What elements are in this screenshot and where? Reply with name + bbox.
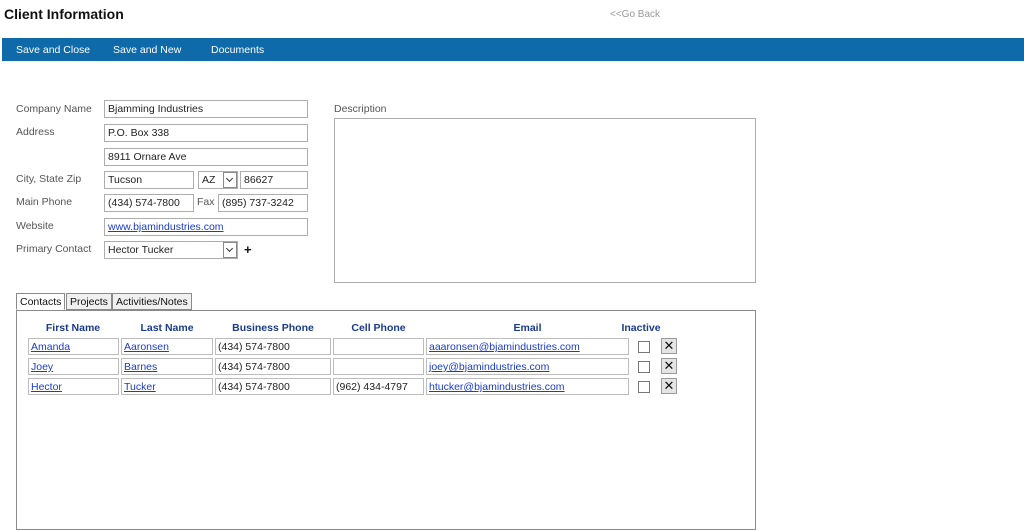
save-and-close-button[interactable]: Save and Close [16, 44, 90, 56]
documents-button[interactable]: Documents [211, 44, 264, 56]
cell-phone-cell[interactable] [333, 358, 424, 375]
first-name-cell[interactable]: Hector [28, 378, 119, 395]
column-header-cell-phone: Cell Phone [351, 322, 406, 334]
email-cell[interactable]: joey@bjamindustries.com [426, 358, 629, 375]
column-header-email: Email [513, 322, 542, 334]
chevron-down-icon[interactable] [223, 172, 237, 188]
email-cell[interactable]: htucker@bjamindustries.com [426, 378, 629, 395]
plus-icon[interactable]: + [244, 243, 252, 256]
address-label: Address [16, 126, 55, 138]
save-and-new-button[interactable]: Save and New [113, 44, 181, 56]
column-header-first-name: First Name [45, 322, 101, 334]
tab-contacts[interactable]: Contacts [16, 293, 66, 310]
chevron-down-icon[interactable] [223, 242, 237, 258]
description-textarea[interactable] [334, 118, 756, 283]
city-state-zip-label: City, State Zip [16, 173, 82, 185]
fax-label: Fax [197, 196, 215, 208]
tab-projects[interactable]: Projects [66, 293, 112, 310]
tab-activities-notes[interactable]: Activities/Notes [112, 293, 192, 310]
primary-contact-label: Primary Contact [16, 243, 92, 255]
cell-phone-cell[interactable] [333, 338, 424, 355]
website-field[interactable]: www.bjamindustries.com [104, 218, 308, 236]
last-name-cell[interactable]: Tucker [121, 378, 213, 395]
state-value: AZ [202, 174, 216, 186]
first-name-cell[interactable]: Amanda [28, 338, 119, 355]
last-name-cell[interactable]: Barnes [121, 358, 213, 375]
toolbar: Save and Close Save and New Documents [2, 38, 1024, 61]
primary-contact-select[interactable]: Hector Tucker [104, 241, 238, 259]
business-phone-cell[interactable]: (434) 574-7800 [215, 358, 331, 375]
email-cell[interactable]: aaaronsen@bjamindustries.com [426, 338, 629, 355]
address-line2-field[interactable]: 8911 Ornare Ave [104, 148, 308, 166]
page-title: Client Information [4, 6, 124, 22]
column-header-inactive: Inactive [621, 322, 661, 334]
inactive-checkbox[interactable] [638, 341, 650, 353]
last-name-cell[interactable]: Aaronsen [121, 338, 213, 355]
company-name-field[interactable]: Bjamming Industries [104, 100, 308, 118]
main-phone-label: Main Phone [16, 196, 73, 208]
close-icon[interactable]: ✕ [661, 358, 677, 374]
zip-field[interactable]: 86627 [240, 171, 308, 189]
city-field[interactable]: Tucson [104, 171, 194, 189]
main-phone-field[interactable]: (434) 574-7800 [104, 194, 194, 212]
company-name-label: Company Name [16, 103, 92, 115]
description-label: Description [334, 103, 387, 115]
close-icon[interactable]: ✕ [661, 378, 677, 394]
state-select[interactable]: AZ [198, 171, 238, 189]
inactive-checkbox[interactable] [638, 381, 650, 393]
cell-phone-cell[interactable]: (962) 434-4797 [333, 378, 424, 395]
address-line1-field[interactable]: P.O. Box 338 [104, 124, 308, 142]
business-phone-cell[interactable]: (434) 574-7800 [215, 378, 331, 395]
column-header-last-name: Last Name [140, 322, 194, 334]
website-label: Website [16, 220, 54, 232]
close-icon[interactable]: ✕ [661, 338, 677, 354]
primary-contact-value: Hector Tucker [108, 244, 174, 256]
inactive-checkbox[interactable] [638, 361, 650, 373]
first-name-cell[interactable]: Joey [28, 358, 119, 375]
column-header-business-phone: Business Phone [232, 322, 314, 334]
go-back-link[interactable]: <<Go Back [610, 9, 660, 20]
fax-field[interactable]: (895) 737-3242 [218, 194, 308, 212]
business-phone-cell[interactable]: (434) 574-7800 [215, 338, 331, 355]
